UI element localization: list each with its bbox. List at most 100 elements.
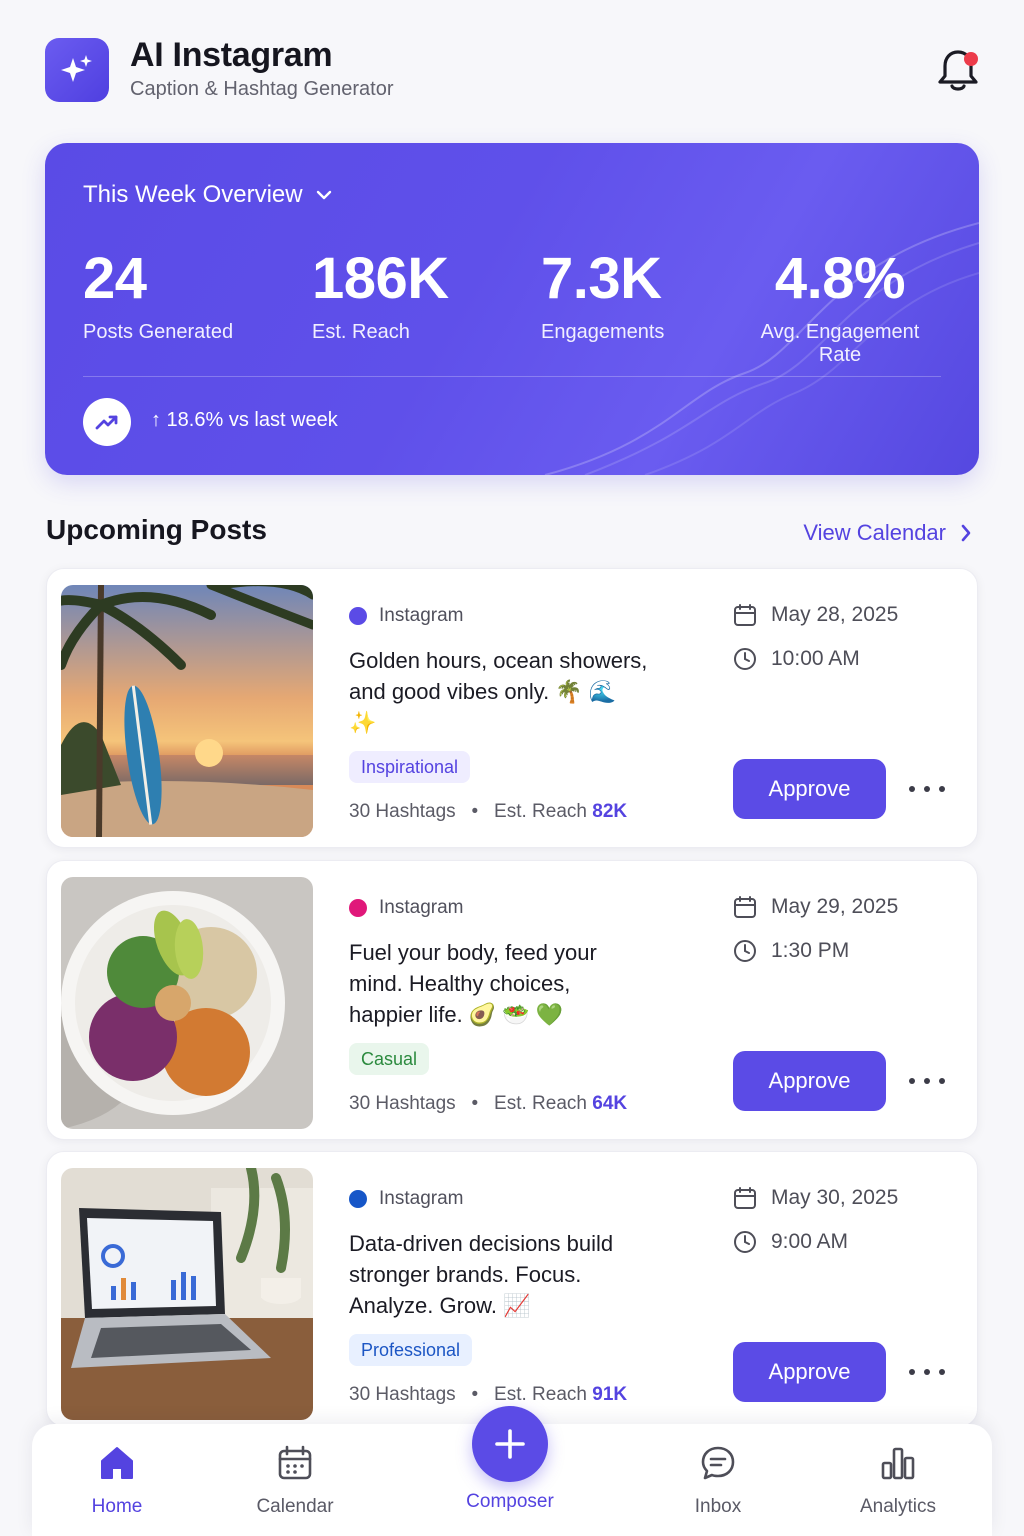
overview-period-dropdown[interactable]: This Week Overview bbox=[83, 181, 333, 209]
time-text: 9:00 AM bbox=[771, 1230, 849, 1253]
stat-label: Avg. Engagement Rate bbox=[760, 321, 920, 366]
reach-value: 64K bbox=[592, 1093, 628, 1114]
calendar-icon bbox=[734, 1187, 756, 1209]
post-meta: 30 Hashtags • Est. Reach 82K bbox=[349, 801, 627, 823]
hashtag-count: 30 Hashtags bbox=[349, 1093, 456, 1114]
app-subtitle: Caption & Hashtag Generator bbox=[130, 78, 394, 100]
post-card[interactable]: Instagram Golden hours, ocean showers, a… bbox=[46, 568, 978, 848]
bar-chart-icon bbox=[881, 1447, 915, 1480]
calendar-icon bbox=[734, 604, 756, 626]
stat-label: Engagements bbox=[541, 321, 665, 343]
stat-value: 24 bbox=[83, 246, 147, 311]
platform-name: Instagram bbox=[379, 1188, 464, 1209]
reach-label: Est. Reach bbox=[494, 1093, 587, 1114]
tone-tag: Professional bbox=[349, 1334, 473, 1366]
meta-separator: • bbox=[460, 801, 489, 822]
platform-name: Instagram bbox=[379, 897, 464, 918]
stat-value: 4.8% bbox=[774, 246, 906, 311]
post-card[interactable]: Instagram Fuel your body, feed your mind… bbox=[46, 860, 978, 1140]
time-text: 1:30 PM bbox=[771, 939, 850, 962]
date-text: May 29, 2025 bbox=[771, 895, 899, 918]
time-text: 10:00 AM bbox=[771, 647, 860, 670]
post-caption: Fuel your body, feed your mind. Healthy … bbox=[349, 940, 597, 1027]
nav-home[interactable]: Home bbox=[57, 1442, 177, 1518]
reach-value: 82K bbox=[592, 801, 628, 822]
meta-separator: • bbox=[460, 1093, 489, 1114]
nav-calendar[interactable]: Calendar bbox=[235, 1442, 355, 1518]
clock-icon bbox=[734, 1231, 756, 1253]
more-options-icon[interactable] bbox=[909, 775, 945, 803]
post-time: 10:00 AM bbox=[733, 647, 860, 671]
approve-button[interactable]: Approve bbox=[733, 1342, 886, 1402]
more-options-icon[interactable] bbox=[909, 1067, 945, 1095]
stat-label: Posts Generated bbox=[83, 321, 234, 343]
stat-value: 7.3K bbox=[541, 246, 662, 311]
calendar-icon bbox=[278, 1445, 312, 1480]
composer-button[interactable] bbox=[472, 1406, 548, 1482]
post-card[interactable]: Instagram Data-driven decisions build st… bbox=[46, 1151, 978, 1427]
stat-label: Est. Reach bbox=[312, 321, 410, 343]
home-icon bbox=[101, 1447, 133, 1479]
post-time: 9:00 AM bbox=[733, 1230, 848, 1254]
app-logo bbox=[45, 38, 109, 102]
post-time: 1:30 PM bbox=[733, 939, 849, 963]
chevron-down-icon bbox=[316, 190, 331, 200]
platform-dot bbox=[349, 607, 367, 625]
post-meta: 30 Hashtags • Est. Reach 91K bbox=[349, 1384, 627, 1406]
tone-tag: Casual bbox=[349, 1043, 430, 1075]
stat-engagement-rate: 4.8% Avg. Engagement Rate bbox=[740, 245, 940, 367]
reach-label: Est. Reach bbox=[494, 1384, 587, 1405]
bottom-navigation: Home Calendar Composer Inbox Analytics bbox=[32, 1406, 992, 1536]
trending-up-icon bbox=[95, 415, 118, 430]
sparkle-icon bbox=[61, 55, 92, 82]
date-text: May 28, 2025 bbox=[771, 603, 899, 626]
clock-icon bbox=[734, 648, 756, 670]
post-image-food[interactable] bbox=[61, 877, 313, 1129]
platform-dot bbox=[349, 899, 367, 917]
nav-analytics[interactable]: Analytics bbox=[838, 1442, 958, 1518]
plus-icon bbox=[495, 1429, 525, 1459]
post-image-laptop[interactable] bbox=[61, 1168, 313, 1420]
hashtag-count: 30 Hashtags bbox=[349, 1384, 456, 1405]
post-date: May 30, 2025 bbox=[733, 1186, 898, 1210]
app-header: AI Instagram Caption & Hashtag Generator bbox=[45, 36, 980, 102]
trend-text: ↑ 18.6% vs last week bbox=[151, 409, 338, 431]
nav-calendar-label: Calendar bbox=[256, 1496, 334, 1517]
stat-value: 186K bbox=[312, 246, 449, 311]
calendar-icon bbox=[734, 896, 756, 918]
post-caption: Golden hours, ocean showers, and good vi… bbox=[349, 648, 648, 735]
platform-dot bbox=[349, 1190, 367, 1208]
more-options-icon[interactable] bbox=[909, 1358, 945, 1386]
tone-tag: Inspirational bbox=[349, 751, 471, 783]
weekly-overview-card: This Week Overview 24 Posts Generated 18… bbox=[45, 143, 979, 475]
platform-label: Instagram bbox=[349, 1188, 463, 1210]
view-calendar-label: View Calendar bbox=[803, 520, 946, 545]
meta-separator: • bbox=[460, 1384, 489, 1405]
stat-est-reach: 186K Est. Reach bbox=[312, 245, 449, 344]
reach-value: 91K bbox=[592, 1384, 628, 1405]
approve-button[interactable]: Approve bbox=[733, 759, 886, 819]
trend-badge bbox=[83, 398, 131, 446]
nav-analytics-label: Analytics bbox=[859, 1496, 937, 1517]
nav-inbox[interactable]: Inbox bbox=[658, 1442, 778, 1518]
divider bbox=[83, 376, 941, 377]
post-date: May 29, 2025 bbox=[733, 895, 898, 919]
reach-label: Est. Reach bbox=[494, 801, 587, 822]
clock-icon bbox=[734, 940, 756, 962]
view-calendar-link[interactable]: View Calendar bbox=[803, 520, 972, 546]
post-image-beach[interactable] bbox=[61, 585, 313, 837]
stat-engagements: 7.3K Engagements bbox=[541, 245, 664, 344]
nav-inbox-label: Inbox bbox=[694, 1496, 742, 1517]
nav-composer-label[interactable]: Composer bbox=[440, 1491, 580, 1513]
notification-button[interactable] bbox=[936, 46, 980, 94]
post-meta: 30 Hashtags • Est. Reach 64K bbox=[349, 1093, 627, 1115]
date-text: May 30, 2025 bbox=[771, 1186, 899, 1209]
stat-posts-generated: 24 Posts Generated bbox=[83, 245, 233, 344]
hashtag-count: 30 Hashtags bbox=[349, 801, 456, 822]
post-caption: Data-driven decisions build stronger bra… bbox=[349, 1231, 614, 1318]
post-date: May 28, 2025 bbox=[733, 603, 898, 627]
platform-name: Instagram bbox=[379, 605, 464, 626]
platform-label: Instagram bbox=[349, 605, 463, 627]
section-title: Upcoming Posts bbox=[46, 514, 267, 545]
approve-button[interactable]: Approve bbox=[733, 1051, 886, 1111]
